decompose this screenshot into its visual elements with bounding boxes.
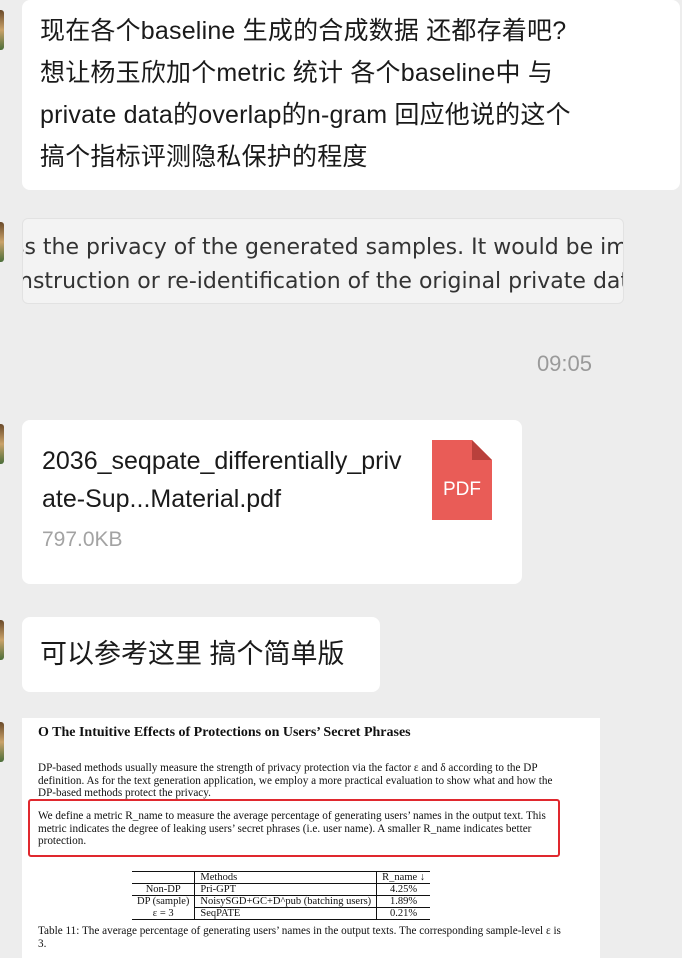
table-header-cell: R_name ↓: [376, 871, 431, 884]
avatar[interactable]: [0, 424, 4, 464]
table-header-row: Methods R_name ↓: [132, 871, 431, 884]
chat-message-bubble[interactable]: 可以参考这里 搞个简单版: [22, 617, 380, 692]
chat-message-bubble[interactable]: 现在各个baseline 生成的合成数据 还都存着吧? 想让杨玉欣加个metri…: [22, 0, 680, 190]
table-header-cell: Methods: [194, 871, 378, 884]
table-cell: Pri-GPT: [194, 883, 378, 896]
table-cell: ε = 3: [132, 907, 196, 920]
table-row: DP (sample) NoisySGD+GC+D^pub (batching …: [132, 895, 431, 908]
table-cell: 1.89%: [376, 895, 431, 908]
table-cell: Non-DP: [132, 883, 196, 896]
pdf-icon-label: PDF: [443, 479, 481, 500]
avatar[interactable]: [0, 620, 4, 660]
table-row: ε = 3 SeqPATE 0.21%: [132, 907, 431, 920]
avatar[interactable]: [0, 722, 4, 762]
message-text: 可以参考这里 搞个简单版: [40, 639, 345, 669]
file-name: 2036_seqpate_differentially_private-Sup.…: [42, 447, 402, 513]
paper-paragraph: DP-based methods usually measure the str…: [38, 762, 553, 799]
pdf-file-icon: PDF: [432, 440, 492, 520]
table-caption: Table 11: The average percentage of gene…: [38, 925, 561, 950]
paper-section-title: O The Intuitive Effects of Protections o…: [38, 725, 411, 740]
paper-paragraph-highlighted: We define a metric R_name to measure the…: [38, 810, 546, 847]
quote-line: nstruction or re-identification of the o…: [22, 269, 624, 294]
timestamp: 09:05: [536, 351, 592, 376]
quote-line: ss the privacy of the generated samples.…: [22, 235, 624, 260]
quoted-text-bubble[interactable]: ss the privacy of the generated samples.…: [22, 218, 624, 304]
table-cell: DP (sample): [132, 895, 196, 908]
table-row: Non-DP Pri-GPT 4.25%: [132, 883, 431, 896]
avatar[interactable]: [0, 222, 4, 262]
table-cell: [132, 871, 196, 884]
file-attachment[interactable]: 2036_seqpate_differentially_private-Sup.…: [22, 420, 522, 584]
paper-screenshot-image[interactable]: O The Intuitive Effects of Protections o…: [22, 718, 600, 958]
avatar[interactable]: [0, 10, 4, 50]
table-cell: 0.21%: [376, 907, 431, 920]
results-table: Methods R_name ↓ Non-DP Pri-GPT 4.25% DP…: [132, 871, 431, 920]
table-cell: NoisySGD+GC+D^pub (batching users): [194, 895, 378, 908]
table-cell: SeqPATE: [194, 907, 378, 920]
file-size: 797.0KB: [42, 528, 123, 551]
message-text: 现在各个baseline 生成的合成数据 还都存着吧? 想让杨玉欣加个metri…: [40, 17, 571, 171]
table-cell: 4.25%: [376, 883, 431, 896]
